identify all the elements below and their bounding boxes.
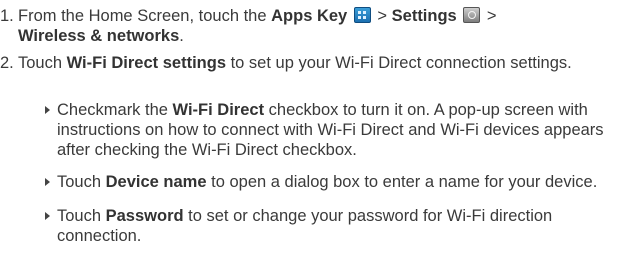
step-text: From the Home Screen, touch the Apps Key… [18,7,497,45]
apps-key-label: Apps Key [271,7,348,25]
settings-label: Settings [391,7,457,25]
bullet-arrow-icon [45,106,50,114]
step-number: 2. [0,54,14,72]
step-number: 1. [0,7,14,25]
wifi-direct-settings-label: Wi-Fi Direct settings [66,54,226,72]
bullet-item: Touch Password to set or change your pas… [33,206,633,246]
settings-icon [463,7,481,23]
apps-key-icon [353,7,371,23]
step-2: 2. Touch Wi-Fi Direct settings to set up… [0,53,636,73]
step-1: 1. From the Home Screen, touch the Apps … [0,6,636,46]
bullet-text: Checkmark the Wi-Fi Direct checkbox to t… [57,101,604,159]
bullet-text: Touch Device name to open a dialog box t… [57,173,598,191]
bullet-arrow-icon [45,178,50,186]
bullet-item: Touch Device name to open a dialog box t… [33,172,633,192]
bullet-text: Touch Password to set or change your pas… [57,207,553,245]
bullet-arrow-icon [45,212,50,220]
bullet-item: Checkmark the Wi-Fi Direct checkbox to t… [33,100,633,160]
step-text: Touch Wi-Fi Direct settings to set up yo… [18,54,572,72]
wireless-label: Wireless & networks [18,27,180,45]
